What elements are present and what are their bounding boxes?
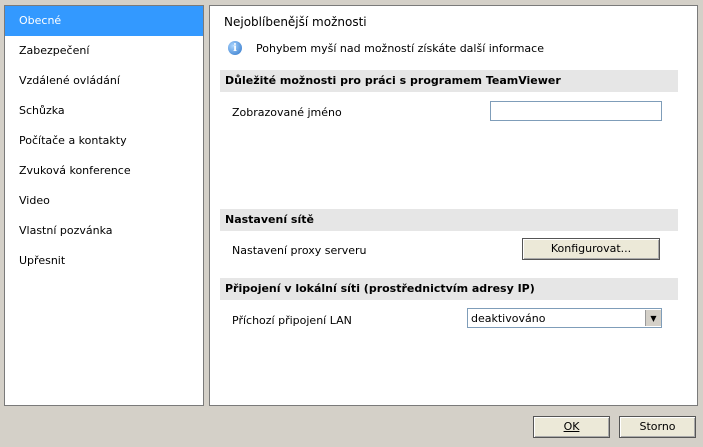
display-name-input[interactable]: [490, 101, 662, 121]
info-icon: i: [228, 41, 242, 55]
sidebar-item-upresnit[interactable]: Upřesnit: [5, 246, 203, 276]
ok-button[interactable]: OK: [533, 416, 610, 438]
section-header-important: Důležité možnosti pro práci s programem …: [220, 70, 678, 92]
ok-label: OK: [563, 420, 580, 433]
proxy-label: Nastavení proxy serveru: [232, 244, 367, 257]
sidebar-item-pocitace-a-kontakty[interactable]: Počítače a kontakty: [5, 126, 203, 156]
cancel-button[interactable]: Storno: [619, 416, 696, 438]
sidebar-item-zvukova-konference[interactable]: Zvuková konference: [5, 156, 203, 186]
sidebar: Obecné Zabezpečení Vzdálené ovládání Sch…: [4, 5, 204, 406]
sidebar-item-vzdalene-ovladani[interactable]: Vzdálené ovládání: [5, 66, 203, 96]
section-header-network: Nastavení sítě: [220, 209, 678, 231]
content-panel: Nejoblíbenější možnosti i Pohybem myší n…: [209, 5, 698, 406]
incoming-lan-select[interactable]: deaktivováno ▼: [467, 308, 662, 328]
sidebar-item-schuzka[interactable]: Schůzka: [5, 96, 203, 126]
sidebar-item-vlastni-pozvanka[interactable]: Vlastní pozvánka: [5, 216, 203, 246]
incoming-lan-label: Příchozí připojení LAN: [232, 314, 352, 327]
cancel-label: Storno: [639, 420, 676, 433]
sidebar-item-zabezpeceni[interactable]: Zabezpečení: [5, 36, 203, 66]
display-name-label: Zobrazované jméno: [232, 106, 342, 119]
sidebar-item-video[interactable]: Video: [5, 186, 203, 216]
incoming-lan-value: deaktivováno: [471, 311, 546, 325]
hint-text: Pohybem myší nad možností získáte další …: [256, 41, 544, 55]
configure-button[interactable]: Konfigurovat...: [522, 238, 660, 260]
hint: i Pohybem myší nad možností získáte dalš…: [228, 41, 544, 55]
chevron-down-icon[interactable]: ▼: [645, 310, 661, 326]
sidebar-item-obecne[interactable]: Obecné: [5, 6, 203, 36]
page-title: Nejoblíbenější možnosti: [224, 15, 367, 29]
section-header-lan: Připojení v lokální síti (prostřednictví…: [220, 278, 678, 300]
